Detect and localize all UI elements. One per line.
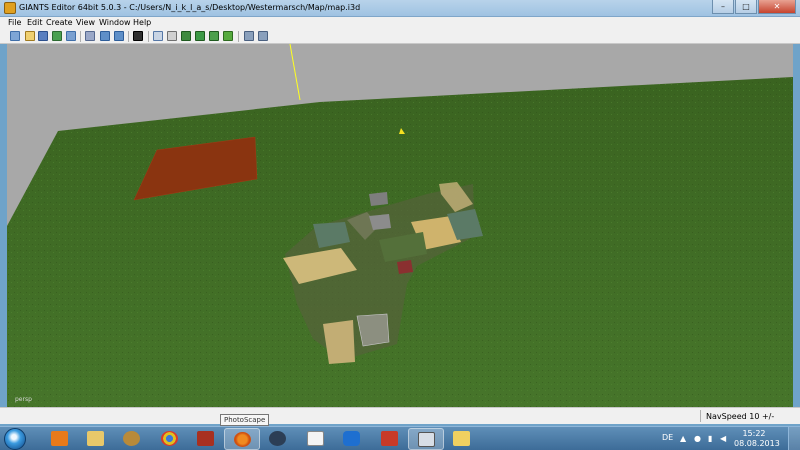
- grass-icon[interactable]: [223, 31, 233, 41]
- file-explorer-icon: [87, 431, 104, 446]
- taskbar-item-media[interactable]: [114, 428, 150, 450]
- save-as-icon[interactable]: [52, 31, 62, 41]
- media-player-icon: [51, 431, 68, 446]
- close-button[interactable]: ✕: [758, 0, 796, 14]
- taskbar-item-folder[interactable]: [444, 428, 480, 450]
- start-button[interactable]: [4, 428, 26, 450]
- 3d-viewport[interactable]: persp: [7, 44, 793, 407]
- taskbar-item-steam[interactable]: [260, 428, 296, 450]
- gizmo-axis-line: [289, 44, 301, 101]
- navspeed-label: NavSpeed 10 +/-: [706, 412, 775, 421]
- taskbar-item-giants-editor[interactable]: [408, 428, 444, 450]
- tray-app-icon[interactable]: ●: [694, 434, 701, 443]
- clock[interactable]: 15:22 08.08.2013: [734, 429, 780, 449]
- settings-alt-icon[interactable]: [258, 31, 268, 41]
- language-indicator[interactable]: DE: [662, 433, 673, 442]
- paint-icon[interactable]: [181, 31, 191, 41]
- chrome-icon: [161, 431, 178, 446]
- terrain-icon[interactable]: [153, 31, 163, 41]
- play-icon[interactable]: [133, 31, 143, 41]
- teamviewer-icon: [343, 431, 360, 446]
- save-icon[interactable]: [38, 31, 48, 41]
- folder-icon: [453, 431, 470, 446]
- shape-icon[interactable]: [167, 31, 177, 41]
- building: [369, 192, 388, 206]
- toolbar: [0, 29, 800, 44]
- taskbar-item-media-player[interactable]: [42, 428, 78, 450]
- terrain-scene: [7, 44, 793, 407]
- menu-bar: File Edit Create View Window Help: [0, 17, 800, 29]
- media-icon: [123, 431, 140, 446]
- menu-window[interactable]: Window: [99, 18, 131, 27]
- app-icon: [4, 2, 16, 14]
- menu-edit[interactable]: Edit: [27, 18, 43, 27]
- tray-arrow-icon[interactable]: ▲: [680, 434, 686, 443]
- taskbar-item-presentation[interactable]: [372, 428, 408, 450]
- redo-icon[interactable]: [114, 31, 124, 41]
- fill-icon[interactable]: [209, 31, 219, 41]
- title-bar: GIANTS Editor 64bit 5.0.3 - C:/Users/N_i…: [0, 0, 800, 17]
- taskbar: DE ▲ ● ▮ ◀ 15:22 08.08.2013: [0, 426, 800, 450]
- presentation-icon: [381, 431, 398, 446]
- undo-icon[interactable]: [100, 31, 110, 41]
- network-icon[interactable]: ▮: [708, 434, 712, 443]
- menu-create[interactable]: Create: [46, 18, 73, 27]
- window-title: GIANTS Editor 64bit 5.0.3 - C:/Users/N_i…: [19, 3, 361, 12]
- settings-icon[interactable]: [244, 31, 254, 41]
- export-icon[interactable]: [66, 31, 76, 41]
- menu-help[interactable]: Help: [133, 18, 151, 27]
- taskbar-item-photoscape[interactable]: [224, 428, 260, 450]
- clock-date: 08.08.2013: [734, 439, 780, 448]
- taskbar-item-file-explorer[interactable]: [78, 428, 114, 450]
- new-icon[interactable]: [10, 31, 20, 41]
- select-icon[interactable]: [85, 31, 95, 41]
- game-icon: [197, 431, 214, 446]
- clock-time: 15:22: [742, 429, 766, 438]
- menu-file[interactable]: File: [8, 18, 21, 27]
- photoscape-icon: [234, 432, 251, 447]
- foliage-icon[interactable]: [195, 31, 205, 41]
- volume-icon[interactable]: ◀: [720, 434, 726, 443]
- document-icon: [307, 431, 324, 446]
- tooltip: PhotoScape: [220, 414, 270, 426]
- maximize-button[interactable]: □: [735, 0, 757, 14]
- giants-editor-icon: [418, 432, 435, 447]
- window-controls: – □ ✕: [711, 0, 796, 17]
- camera-label: persp: [15, 396, 32, 403]
- taskbar-item-chrome[interactable]: [152, 428, 188, 450]
- steam-icon: [269, 431, 286, 446]
- open-icon[interactable]: [25, 31, 35, 41]
- taskbar-item-teamviewer[interactable]: [334, 428, 370, 450]
- taskbar-item-document[interactable]: [298, 428, 334, 450]
- minimize-button[interactable]: –: [712, 0, 734, 14]
- red-building: [397, 260, 413, 274]
- building: [356, 313, 390, 347]
- show-desktop-button[interactable]: [788, 427, 800, 450]
- menu-view[interactable]: View: [76, 18, 95, 27]
- taskbar-item-game[interactable]: [188, 428, 224, 450]
- status-bar: NavSpeed 10 +/-: [0, 407, 800, 424]
